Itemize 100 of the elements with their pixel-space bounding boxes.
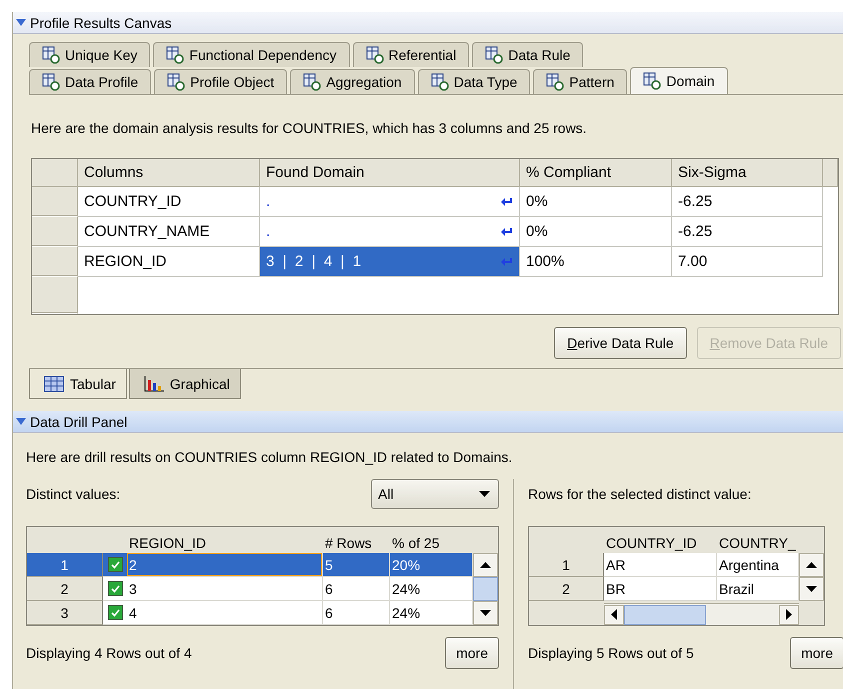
right-arrow-icon (786, 609, 792, 620)
table-cell[interactable]: 100% (520, 247, 672, 277)
caret-icon (479, 491, 490, 497)
table-gear-icon (366, 46, 384, 64)
table-cell[interactable]: 4 (127, 601, 323, 625)
panel-title: Profile Results Canvas (30, 14, 172, 30)
profile-tab[interactable]: Unique Key (29, 42, 150, 67)
checkmark-icon (110, 608, 120, 616)
table-cell[interactable]: COUNTRY_ID (78, 187, 260, 217)
scroll-thumb[interactable] (473, 577, 498, 601)
down-arrow-icon (806, 586, 817, 592)
panel-title: Data Drill Panel (30, 414, 128, 430)
table-gear-icon (430, 73, 449, 91)
row-header (32, 277, 78, 314)
down-arrow-icon (480, 610, 491, 616)
corner-header (32, 159, 78, 187)
checkmark-icon (110, 560, 120, 568)
profile-tab[interactable]: Domain (630, 67, 728, 94)
more-button[interactable]: more (445, 637, 499, 669)
table-cell[interactable]: 20% (390, 553, 473, 577)
up-arrow-icon (480, 562, 491, 568)
table-cell[interactable]: AR (604, 553, 717, 577)
table-gear-icon (166, 46, 184, 64)
profile-tab[interactable]: Pattern (533, 69, 628, 94)
scroll-down-button[interactable] (799, 577, 824, 601)
left-arrow-icon (611, 609, 617, 620)
table-cell[interactable]: 5 (323, 553, 390, 577)
up-arrow-icon (806, 562, 817, 568)
return-arrow-icon[interactable] (500, 226, 513, 236)
profile-tab[interactable]: Functional Dependency (153, 42, 350, 67)
column-header[interactable]: Columns (78, 159, 260, 187)
collapse-icon[interactable] (16, 418, 26, 426)
bar-chart-icon (144, 376, 164, 392)
profile-tab[interactable]: Data Type (418, 69, 530, 94)
table-gear-icon (42, 73, 60, 91)
table-cell[interactable]: 6 (323, 577, 390, 601)
column-header (823, 159, 838, 187)
column-header[interactable]: Six-Sigma (672, 159, 823, 187)
profile-tab[interactable]: Data Rule (472, 42, 584, 67)
view-tab[interactable]: Graphical (128, 369, 241, 399)
column-header[interactable]: # Rows (323, 527, 390, 553)
table-cell[interactable]: 7.00 (672, 247, 823, 277)
action-button[interactable]: Derive Data Rule (554, 327, 687, 359)
column-header[interactable]: COUNTRY_ (717, 527, 799, 553)
table-cell[interactable]: 0% (520, 187, 672, 217)
checkbox[interactable] (108, 557, 122, 572)
table-gear-icon (546, 73, 564, 91)
table-cell[interactable]: 0% (520, 217, 672, 247)
table-cell[interactable]: BR (604, 577, 717, 601)
scroll-up-button[interactable] (799, 553, 824, 577)
column-header[interactable]: % of 25 (390, 527, 473, 553)
table-gear-icon (485, 46, 504, 64)
checkbox[interactable] (108, 581, 122, 596)
table-gear-icon (42, 46, 60, 64)
table-gear-icon (303, 73, 322, 91)
table-cell[interactable]: 24% (390, 601, 473, 625)
table-cell[interactable]: 2 (127, 553, 323, 577)
column-header[interactable]: % Compliant (520, 159, 672, 187)
table-cell[interactable]: . (260, 187, 520, 217)
table-cell[interactable]: Brazil (717, 577, 799, 601)
row-number[interactable]: 3 (27, 601, 103, 625)
table-gear-icon (167, 73, 186, 91)
description-text: Here are the domain analysis results for COUNTRIES, which has 3 columns and 25 rows. (31, 120, 588, 136)
row-number[interactable]: 2 (27, 577, 103, 601)
column-header[interactable]: Found Domain (260, 159, 520, 187)
profile-tab[interactable]: Data Profile (29, 69, 152, 94)
table-cell[interactable]: COUNTRY_NAME (78, 217, 260, 247)
status-text: Displaying 5 Rows out of 5 (528, 645, 694, 661)
table-cell[interactable]: Argentina (717, 553, 799, 577)
table-gear-icon (643, 72, 662, 90)
filter-dropdown[interactable]: All (371, 479, 499, 509)
table-cell[interactable]: 3 | 2 | 4 | 1 (260, 247, 520, 277)
table-cell[interactable]: 3 (127, 577, 323, 601)
table-cell[interactable]: -6.25 (672, 217, 823, 247)
view-tab[interactable]: Tabular (29, 369, 127, 399)
scroll-thumb[interactable] (624, 604, 706, 624)
rows-label: Rows for the selected distinct value: (528, 486, 752, 502)
table-cell[interactable]: -6.25 (672, 187, 823, 217)
collapse-icon[interactable] (16, 18, 26, 26)
scroll-left-button[interactable] (604, 604, 624, 624)
scroll-down-button[interactable] (473, 601, 498, 625)
checkbox[interactable] (108, 605, 122, 620)
grid-icon (44, 376, 64, 392)
profile-tab[interactable]: Referential (352, 42, 470, 67)
return-arrow-icon[interactable] (500, 196, 513, 206)
profile-tab[interactable]: Aggregation (290, 69, 415, 94)
checkmark-icon (110, 584, 120, 592)
scroll-up-button[interactable] (473, 553, 498, 577)
row-number[interactable]: 2 (529, 577, 604, 601)
profile-tab[interactable]: Profile Object (154, 69, 288, 94)
status-text: Displaying 4 Rows out of 4 (26, 645, 192, 661)
column-header[interactable]: REGION_ID (127, 527, 323, 553)
table-cell[interactable]: 24% (390, 577, 473, 601)
scroll-right-button[interactable] (779, 604, 799, 624)
row-number[interactable]: 1 (529, 553, 604, 577)
distinct-values-label: Distinct values: (26, 486, 120, 502)
more-button[interactable]: more (790, 637, 843, 669)
table-cell[interactable]: 6 (323, 601, 390, 625)
row-number[interactable]: 1 (27, 553, 103, 577)
column-header[interactable]: COUNTRY_ID (604, 527, 717, 553)
